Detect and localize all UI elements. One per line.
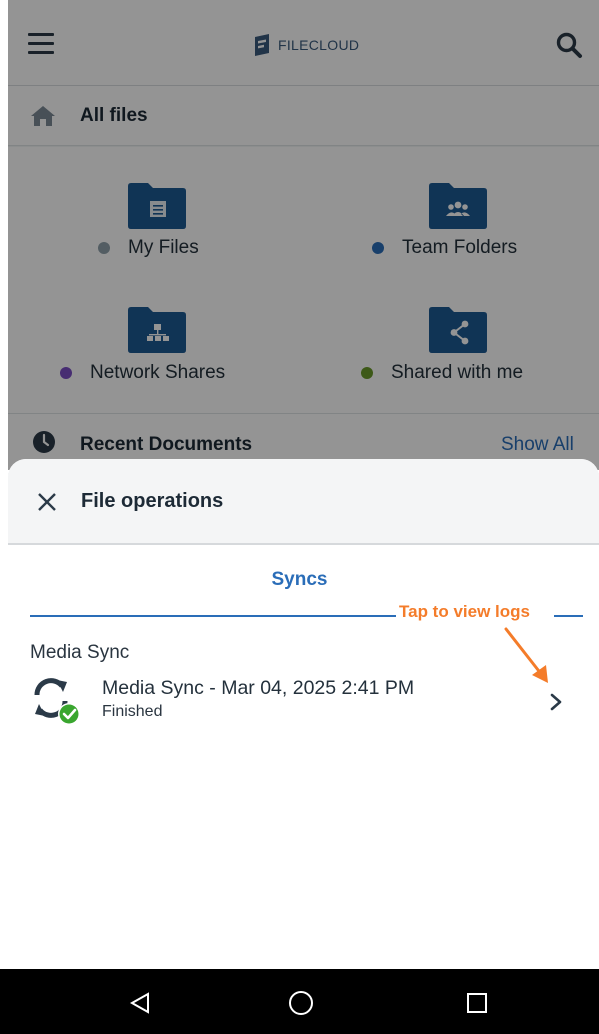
home-circle-icon[interactable] bbox=[288, 990, 314, 1016]
chevron-right-icon[interactable] bbox=[548, 691, 564, 713]
sheet-header: File operations bbox=[8, 459, 599, 545]
close-icon[interactable] bbox=[36, 491, 58, 513]
success-check-icon bbox=[59, 704, 79, 724]
sync-item-status: Finished bbox=[102, 703, 163, 720]
annotation-arrow-icon bbox=[504, 627, 548, 683]
app-screen: FILECLOUD All files My Files Team Folder… bbox=[8, 0, 599, 1034]
sheet-title: File operations bbox=[81, 490, 224, 512]
sync-item-name[interactable]: Media Sync - Mar 04, 2025 2:41 PM bbox=[102, 677, 414, 700]
annotation-text: Tap to view logs bbox=[399, 602, 530, 621]
recent-apps-square-icon[interactable] bbox=[466, 992, 488, 1014]
modal-scrim[interactable] bbox=[8, 0, 599, 470]
tab-indicator bbox=[30, 615, 396, 617]
file-operations-sheet: File operations Syncs Tap to view logs M… bbox=[8, 459, 599, 969]
sync-icon bbox=[34, 678, 80, 725]
sync-group-title: Media Sync bbox=[30, 642, 130, 663]
system-navigation-bar bbox=[0, 969, 599, 1034]
tab-syncs[interactable]: Syncs bbox=[8, 569, 599, 591]
back-triangle-icon[interactable] bbox=[128, 991, 152, 1015]
tab-indicator-end bbox=[554, 615, 583, 617]
